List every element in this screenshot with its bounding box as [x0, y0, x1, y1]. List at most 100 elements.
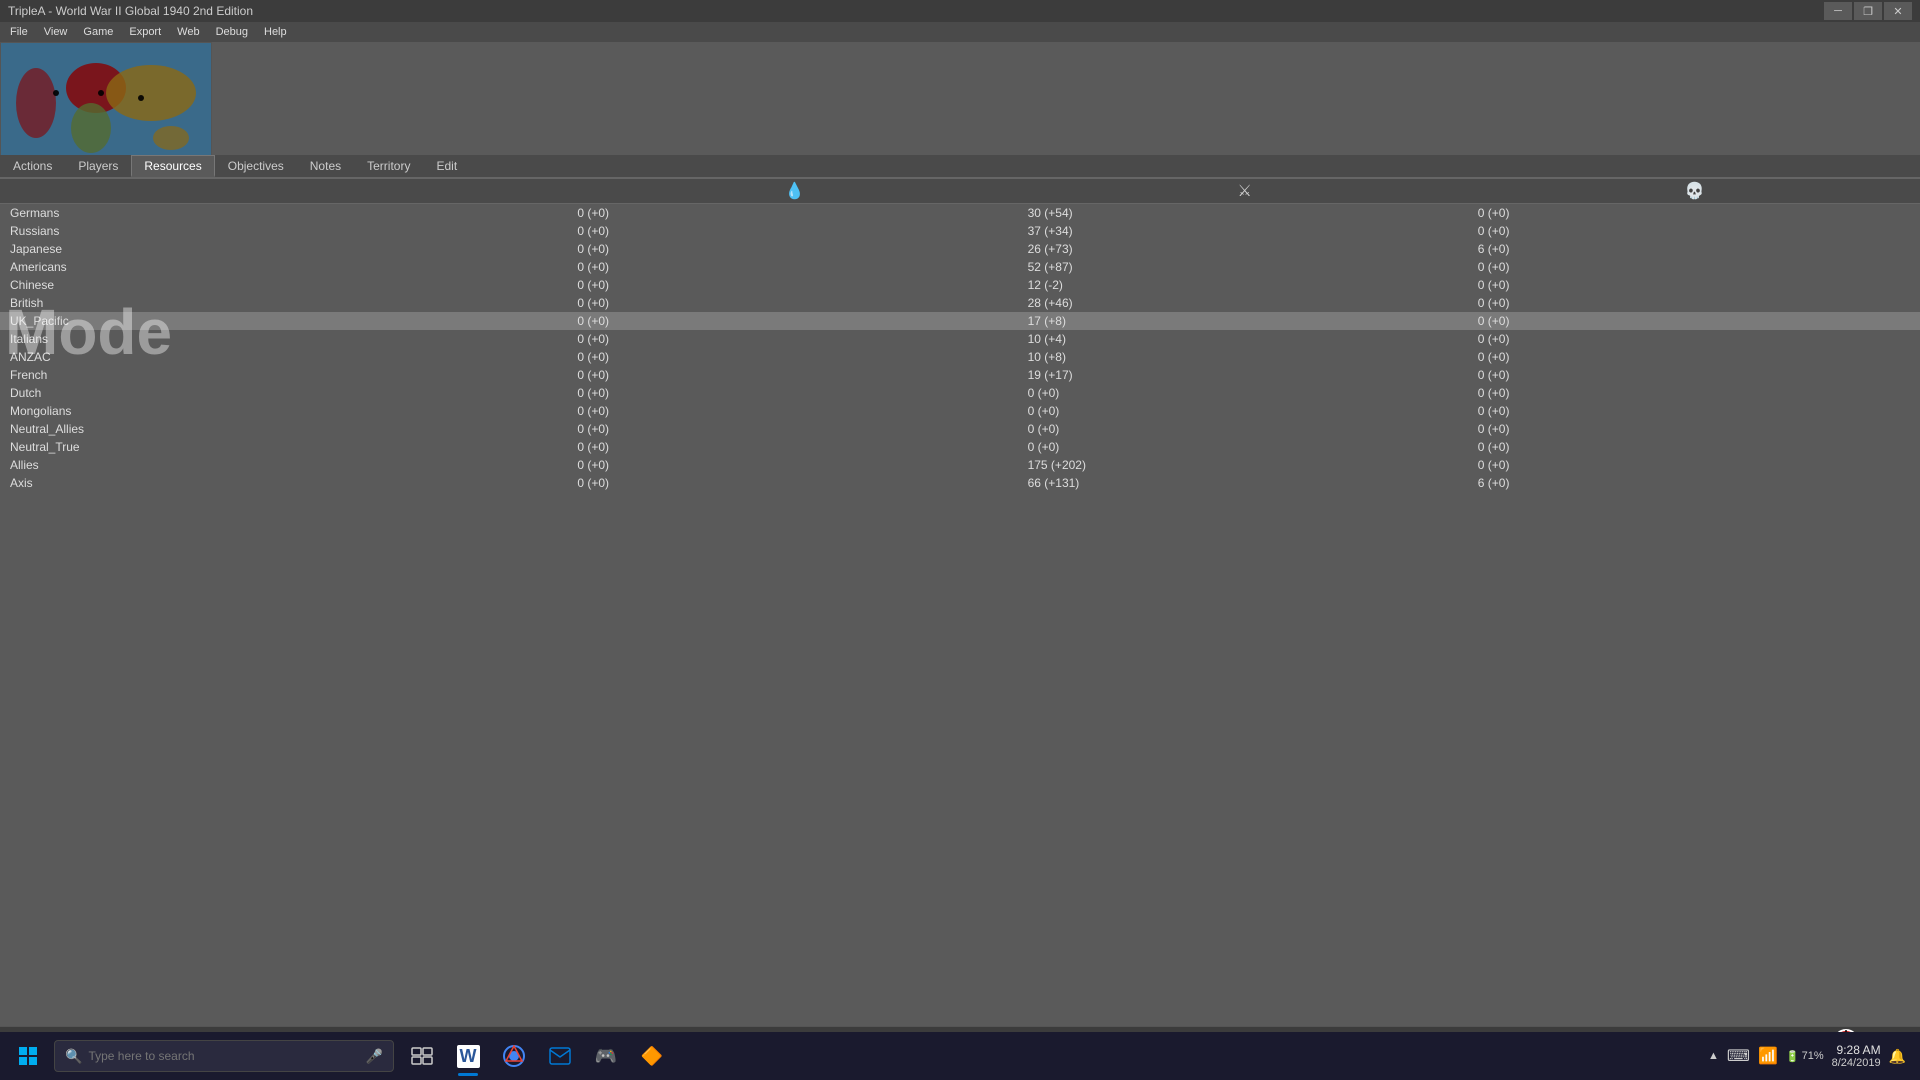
- table-row[interactable]: Dutch0 (+0)0 (+0)0 (+0): [0, 384, 1920, 402]
- keyboard-tray-icon[interactable]: ⌨: [1727, 1046, 1750, 1066]
- resource-col1-cell: 0 (+0): [569, 420, 1019, 438]
- table-row[interactable]: Neutral_Allies0 (+0)0 (+0)0 (+0): [0, 420, 1920, 438]
- resource-col2-cell: 19 (+17): [1020, 366, 1470, 384]
- resource-col3-cell: 0 (+0): [1470, 456, 1920, 474]
- name-column-header: [0, 179, 569, 204]
- table-row[interactable]: Germans0 (+0)30 (+54)0 (+0): [0, 204, 1920, 222]
- search-input[interactable]: [88, 1049, 359, 1063]
- network-tray-icon[interactable]: 📶: [1758, 1046, 1778, 1066]
- resource-col1-cell: 0 (+0): [569, 456, 1019, 474]
- resource-col2-cell: 12 (-2): [1020, 276, 1470, 294]
- menu-item-game[interactable]: Game: [77, 24, 119, 40]
- table-row[interactable]: Russians0 (+0)37 (+34)0 (+0): [0, 222, 1920, 240]
- battery-indicator[interactable]: 🔋 71%: [1786, 1050, 1824, 1063]
- resource-col3-cell: 0 (+0): [1470, 312, 1920, 330]
- player-name-cell: Chinese: [0, 276, 569, 294]
- taskbar-app-extra[interactable]: 🔶: [630, 1034, 674, 1078]
- search-icon: 🔍: [65, 1048, 82, 1065]
- resource-col1-cell: 0 (+0): [569, 204, 1019, 222]
- taskbar: 🔍 🎤 W 🎮 🔶 ▲ ⌨ 📶: [0, 1032, 1920, 1080]
- resource-col1-cell: 0 (+0): [569, 258, 1019, 276]
- menu-item-help[interactable]: Help: [258, 24, 293, 40]
- col2-header: ⚔: [1020, 179, 1470, 204]
- minimize-button[interactable]: ─: [1824, 2, 1852, 20]
- table-row[interactable]: Italians0 (+0)10 (+4)0 (+0): [0, 330, 1920, 348]
- resource-col1-cell: 0 (+0): [569, 222, 1019, 240]
- player-name-cell: UK_Pacific: [0, 312, 569, 330]
- task-view-button[interactable]: [400, 1034, 444, 1078]
- taskbar-app-email[interactable]: [538, 1034, 582, 1078]
- notification-icon[interactable]: 🔔: [1889, 1048, 1906, 1065]
- table-row[interactable]: British0 (+0)28 (+46)0 (+0): [0, 294, 1920, 312]
- windows-icon: [18, 1046, 38, 1066]
- resource-col2-cell: 0 (+0): [1020, 402, 1470, 420]
- col3-header: 💀: [1470, 179, 1920, 204]
- email-icon: [549, 1047, 571, 1065]
- player-name-cell: Axis: [0, 474, 569, 492]
- resource-col1-cell: 0 (+0): [569, 276, 1019, 294]
- player-name-cell: Americans: [0, 258, 569, 276]
- resource-col3-cell: 0 (+0): [1470, 294, 1920, 312]
- tab-territory[interactable]: Territory: [354, 155, 423, 177]
- resource-col2-cell: 175 (+202): [1020, 456, 1470, 474]
- player-name-cell: British: [0, 294, 569, 312]
- resource-col3-cell: 0 (+0): [1470, 348, 1920, 366]
- chevron-up-icon[interactable]: ▲: [1708, 1050, 1719, 1062]
- menu-item-web[interactable]: Web: [171, 24, 205, 40]
- menu-item-debug[interactable]: Debug: [210, 24, 254, 40]
- taskbar-app-word[interactable]: W: [446, 1034, 490, 1078]
- tab-players[interactable]: Players: [65, 155, 131, 177]
- resource-col2-cell: 66 (+131): [1020, 474, 1470, 492]
- microphone-icon[interactable]: 🎤: [366, 1048, 383, 1065]
- player-name-cell: ANZAC: [0, 348, 569, 366]
- resource-col1-cell: 0 (+0): [569, 312, 1019, 330]
- player-name-cell: Russians: [0, 222, 569, 240]
- table-row[interactable]: ANZAC0 (+0)10 (+8)0 (+0): [0, 348, 1920, 366]
- resource-col3-cell: 0 (+0): [1470, 384, 1920, 402]
- tab-objectives[interactable]: Objectives: [215, 155, 297, 177]
- menu-bar: FileViewGameExportWeb DebugHelp: [0, 22, 1920, 42]
- resource-col3-cell: 0 (+0): [1470, 258, 1920, 276]
- player-name-cell: Italians: [0, 330, 569, 348]
- menu-item-view[interactable]: View: [38, 24, 74, 40]
- search-bar[interactable]: 🔍 🎤: [54, 1040, 394, 1072]
- resource-col3-cell: 6 (+0): [1470, 240, 1920, 258]
- table-row[interactable]: Chinese0 (+0)12 (-2)0 (+0): [0, 276, 1920, 294]
- table-row[interactable]: Mongolians0 (+0)0 (+0)0 (+0): [0, 402, 1920, 420]
- player-name-cell: Germans: [0, 204, 569, 222]
- col3-icon: 💀: [1685, 183, 1705, 200]
- menu-item-file[interactable]: File: [4, 24, 34, 40]
- resource-col1-cell: 0 (+0): [569, 438, 1019, 456]
- table-row[interactable]: Axis0 (+0)66 (+131)6 (+0): [0, 474, 1920, 492]
- resource-col1-cell: 0 (+0): [569, 384, 1019, 402]
- resources-area[interactable]: 💧 ⚔ 💀 Germans0 (+0)30 (+54)0 (+0)Russian…: [0, 179, 1920, 1020]
- taskbar-right: ▲ ⌨ 📶 🔋 71% 9:28 AM 8/24/2019 🔔: [1708, 1043, 1916, 1069]
- tab-edit[interactable]: Edit: [423, 155, 470, 177]
- table-row[interactable]: UK_Pacific0 (+0)17 (+8)0 (+0): [0, 312, 1920, 330]
- table-row[interactable]: French0 (+0)19 (+17)0 (+0): [0, 366, 1920, 384]
- battery-icon: 🔋: [1786, 1050, 1800, 1063]
- tab-actions[interactable]: Actions: [0, 155, 65, 177]
- tab-notes[interactable]: Notes: [297, 155, 354, 177]
- taskbar-app-chrome[interactable]: [492, 1034, 536, 1078]
- map-thumbnail: [0, 42, 212, 172]
- col2-icon: ⚔: [1238, 183, 1252, 200]
- resource-col2-cell: 0 (+0): [1020, 420, 1470, 438]
- window-title: TripleA - World War II Global 1940 2nd E…: [8, 4, 253, 18]
- player-name-cell: Mongolians: [0, 402, 569, 420]
- resource-col3-cell: 0 (+0): [1470, 438, 1920, 456]
- start-button[interactable]: [4, 1032, 52, 1080]
- table-row[interactable]: Americans0 (+0)52 (+87)0 (+0): [0, 258, 1920, 276]
- tab-resources[interactable]: Resources: [131, 155, 214, 177]
- table-header-row: 💧 ⚔ 💀: [0, 179, 1920, 204]
- table-row[interactable]: Neutral_True0 (+0)0 (+0)0 (+0): [0, 438, 1920, 456]
- table-row[interactable]: Japanese0 (+0)26 (+73)6 (+0): [0, 240, 1920, 258]
- task-view-icon: [411, 1047, 433, 1065]
- menu-item-export[interactable]: Export: [123, 24, 167, 40]
- taskbar-app-game[interactable]: 🎮: [584, 1034, 628, 1078]
- close-button[interactable]: ✕: [1884, 2, 1912, 20]
- clock[interactable]: 9:28 AM 8/24/2019: [1832, 1043, 1881, 1069]
- player-name-cell: Allies: [0, 456, 569, 474]
- restore-button[interactable]: ❐: [1854, 2, 1882, 20]
- table-row[interactable]: Allies0 (+0)175 (+202)0 (+0): [0, 456, 1920, 474]
